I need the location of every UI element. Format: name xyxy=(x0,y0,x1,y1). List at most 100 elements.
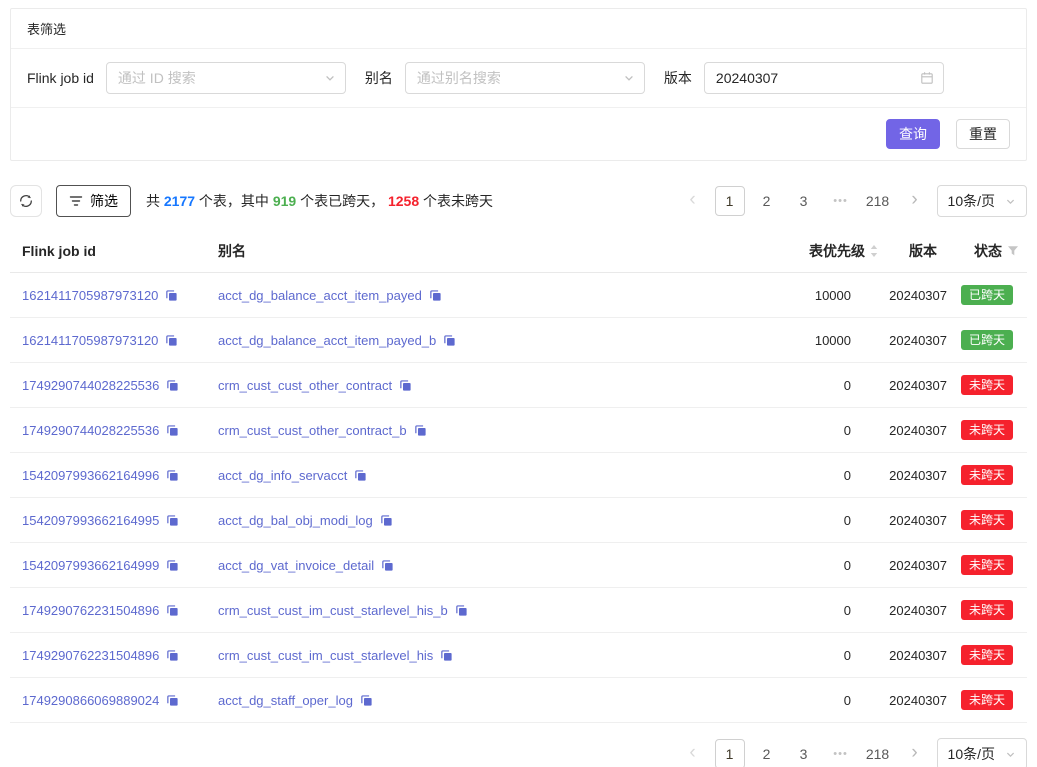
alias-link[interactable]: crm_cust_cust_other_contract xyxy=(218,378,392,393)
flink-job-id-input[interactable] xyxy=(107,63,345,93)
priority-cell: 0 xyxy=(719,648,879,663)
pagination-next[interactable]: › xyxy=(900,186,930,216)
summary-not-crossed-count: 1258 xyxy=(388,193,419,209)
alias-link[interactable]: crm_cust_cust_other_contract_b xyxy=(218,423,407,438)
version-cell: 20240307 xyxy=(879,603,947,618)
priority-cell: 10000 xyxy=(719,288,879,303)
flink-job-id-link[interactable]: 1749290866069889024 xyxy=(22,693,159,708)
priority-cell: 0 xyxy=(719,513,879,528)
alias-link[interactable]: acct_dg_vat_invoice_detail xyxy=(218,558,374,573)
flink-job-id-link[interactable]: 1542097993662164999 xyxy=(22,558,159,573)
column-header-priority[interactable]: 表优先级 xyxy=(719,241,879,261)
pagination-page-last[interactable]: 218 xyxy=(863,186,893,216)
alias-link[interactable]: crm_cust_cust_im_cust_starlevel_his_b xyxy=(218,603,448,618)
copy-icon[interactable] xyxy=(455,604,468,617)
sort-icon[interactable] xyxy=(869,244,879,258)
copy-icon[interactable] xyxy=(166,469,179,482)
copy-icon[interactable] xyxy=(166,559,179,572)
pagination-page-2[interactable]: 2 xyxy=(752,186,782,216)
alias-link[interactable]: acct_dg_bal_obj_modi_log xyxy=(218,513,373,528)
status-badge: 已跨天 xyxy=(961,330,1013,350)
copy-icon[interactable] xyxy=(166,514,179,527)
version-date-picker[interactable] xyxy=(704,62,944,94)
pagination-page-1[interactable]: 1 xyxy=(715,186,745,216)
copy-icon[interactable] xyxy=(166,604,179,617)
copy-icon[interactable] xyxy=(360,694,373,707)
copy-icon[interactable] xyxy=(429,289,442,302)
flink-job-id-link[interactable]: 1542097993662164996 xyxy=(22,468,159,483)
version-input[interactable] xyxy=(705,63,943,93)
table-row: 1749290744028225536 crm_cust_cust_other_… xyxy=(10,408,1027,453)
flink-job-id-link[interactable]: 1621411705987973120 xyxy=(22,288,158,303)
refresh-button[interactable] xyxy=(10,185,42,217)
copy-icon[interactable] xyxy=(166,379,179,392)
table-row: 1621411705987973120 acct_dg_balance_acct… xyxy=(10,318,1027,363)
filter-card: 表筛选 Flink job id 别名 版本 xyxy=(10,8,1027,161)
copy-icon[interactable] xyxy=(354,469,367,482)
alias-link[interactable]: acct_dg_staff_oper_log xyxy=(218,693,353,708)
chevron-down-icon xyxy=(623,72,635,84)
page-size-select[interactable]: 10条/页 xyxy=(937,185,1027,217)
copy-icon[interactable] xyxy=(166,649,179,662)
filter-button[interactable]: 筛选 xyxy=(56,185,131,217)
alias-input[interactable] xyxy=(406,63,644,93)
copy-icon[interactable] xyxy=(166,424,179,437)
pagination-bottom: ‹ 1 2 3 ••• 218 › 10条/页 xyxy=(678,738,1027,767)
status-badge: 未跨天 xyxy=(961,645,1013,665)
copy-icon[interactable] xyxy=(381,559,394,572)
pagination-prev[interactable]: ‹ xyxy=(678,739,708,767)
status-badge: 未跨天 xyxy=(961,510,1013,530)
table-row: 1621411705987973120 acct_dg_balance_acct… xyxy=(10,273,1027,318)
alias-link[interactable]: acct_dg_balance_acct_item_payed_b xyxy=(218,333,436,348)
pagination-page-last[interactable]: 218 xyxy=(863,739,893,767)
tables-table: Flink job id 别名 表优先级 版本 状态 1621411705987… xyxy=(10,229,1027,723)
alias-select[interactable] xyxy=(405,62,645,94)
page-size-value: 10条/页 xyxy=(948,191,995,211)
pagination-page-3[interactable]: 3 xyxy=(789,186,819,216)
table-row: 1749290762231504896 crm_cust_cust_im_cus… xyxy=(10,588,1027,633)
page-size-select[interactable]: 10条/页 xyxy=(937,738,1027,767)
flink-job-id-label: Flink job id xyxy=(27,70,94,86)
flink-job-id-link[interactable]: 1749290744028225536 xyxy=(22,378,159,393)
summary-total-count: 2177 xyxy=(164,193,195,209)
field-flink-job-id: Flink job id xyxy=(27,62,346,94)
alias-link[interactable]: acct_dg_info_servacct xyxy=(218,468,347,483)
pagination-ellipsis[interactable]: ••• xyxy=(826,186,856,216)
pagination-next[interactable]: › xyxy=(900,739,930,767)
table-row: 1749290762231504896 crm_cust_cust_im_cus… xyxy=(10,633,1027,678)
summary-part3: 个表已跨天， xyxy=(296,193,388,209)
copy-icon[interactable] xyxy=(399,379,412,392)
query-button[interactable]: 查询 xyxy=(886,119,940,149)
chevron-down-icon xyxy=(324,72,336,84)
pagination-page-3[interactable]: 3 xyxy=(789,739,819,767)
alias-link[interactable]: crm_cust_cust_im_cust_starlevel_his xyxy=(218,648,433,663)
copy-icon[interactable] xyxy=(166,694,179,707)
copy-icon[interactable] xyxy=(380,514,393,527)
refresh-icon xyxy=(19,194,33,208)
pagination-page-1[interactable]: 1 xyxy=(715,739,745,767)
column-header-status[interactable]: 状态 xyxy=(947,241,1027,261)
copy-icon[interactable] xyxy=(443,334,456,347)
copy-icon[interactable] xyxy=(165,334,178,347)
pagination-page-2[interactable]: 2 xyxy=(752,739,782,767)
copy-icon[interactable] xyxy=(165,289,178,302)
flink-job-id-link[interactable]: 1749290762231504896 xyxy=(22,603,159,618)
reset-button[interactable]: 重置 xyxy=(956,119,1010,149)
flink-job-id-select[interactable] xyxy=(106,62,346,94)
version-cell: 20240307 xyxy=(879,378,947,393)
pagination-prev[interactable]: ‹ xyxy=(678,186,708,216)
filter-funnel-icon[interactable] xyxy=(1007,245,1019,257)
copy-icon[interactable] xyxy=(440,649,453,662)
status-badge: 未跨天 xyxy=(961,555,1013,575)
flink-job-id-link[interactable]: 1621411705987973120 xyxy=(22,333,158,348)
priority-cell: 0 xyxy=(719,693,879,708)
alias-link[interactable]: acct_dg_balance_acct_item_payed xyxy=(218,288,422,303)
flink-job-id-link[interactable]: 1749290762231504896 xyxy=(22,648,159,663)
copy-icon[interactable] xyxy=(414,424,427,437)
flink-job-id-link[interactable]: 1749290744028225536 xyxy=(22,423,159,438)
table-row: 1749290866069889024 acct_dg_staff_oper_l… xyxy=(10,678,1027,723)
version-cell: 20240307 xyxy=(879,693,947,708)
flink-job-id-link[interactable]: 1542097993662164995 xyxy=(22,513,159,528)
pagination-ellipsis[interactable]: ••• xyxy=(826,739,856,767)
table-row: 1542097993662164996 acct_dg_info_servacc… xyxy=(10,453,1027,498)
